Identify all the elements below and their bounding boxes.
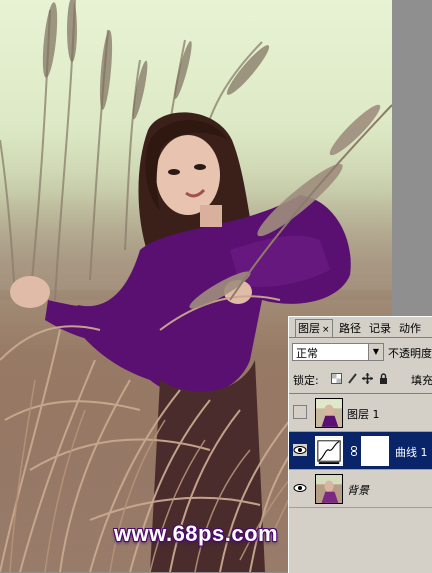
blend-mode-select[interactable]: 正常 ▼ [292, 343, 384, 361]
tab-history[interactable]: 记录 [367, 320, 393, 337]
visibility-toggle-empty[interactable] [293, 405, 307, 419]
layer-row-background[interactable]: 背景 [289, 470, 432, 508]
layer-name[interactable]: 曲线 1 [395, 444, 428, 460]
layers-panel: 图层 × 路径 记录 动作 正常 ▼ 不透明度 锁定: 填充 图层 1 曲线 1… [288, 316, 432, 573]
fill-label: 填充 [411, 374, 432, 387]
panel-tab-bar: 图层 × 路径 记录 动作 [289, 317, 432, 338]
eye-icon[interactable] [293, 444, 307, 456]
layer-mask-thumbnail[interactable] [361, 436, 389, 466]
layer-thumbnail [315, 474, 343, 504]
layer-name[interactable]: 背景 [347, 482, 369, 498]
opacity-label: 不透明度 [388, 347, 432, 360]
curves-adjustment-icon [315, 436, 343, 466]
lock-label: 锁定: [293, 374, 319, 387]
tab-layers-label: 图层 [298, 322, 320, 335]
tab-layers[interactable]: 图层 × [295, 319, 333, 337]
eye-icon[interactable] [293, 482, 307, 494]
layer-row-layer1[interactable]: 图层 1 [289, 394, 432, 432]
lock-move-icon[interactable] [362, 373, 373, 384]
tab-close-icon[interactable]: × [322, 325, 330, 335]
blend-mode-value: 正常 [296, 347, 318, 360]
layer-thumbnail [315, 398, 343, 428]
lock-brush-icon[interactable] [347, 373, 358, 384]
layer-name[interactable]: 图层 1 [347, 406, 380, 422]
lock-all-icon[interactable] [378, 373, 389, 384]
layer-row-curves1[interactable]: 曲线 1 [289, 432, 432, 470]
chain-link-icon[interactable] [351, 446, 357, 456]
lock-transparency-icon[interactable] [331, 373, 342, 384]
tab-actions[interactable]: 动作 [397, 320, 423, 337]
tab-paths[interactable]: 路径 [337, 320, 363, 337]
chevron-down-icon[interactable]: ▼ [368, 344, 383, 360]
